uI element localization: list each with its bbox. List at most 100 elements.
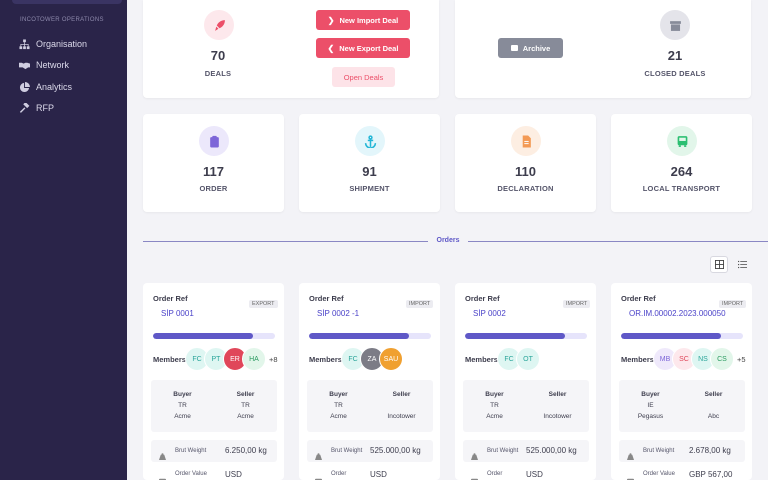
sidebar-item-analytics[interactable]: Analytics <box>18 80 72 94</box>
sidebar: INCOTOWER OPERATIONS Organisation Networ… <box>0 0 127 480</box>
members-more-count[interactable]: +8 <box>269 355 278 364</box>
order-type-badge: IMPORT <box>719 300 747 308</box>
order-card[interactable]: Order Ref IMPORT SİP 0002 -1 Members FC ZA SAU… <box>299 283 440 480</box>
archive-icon <box>510 45 518 51</box>
list-view-button[interactable] <box>733 256 751 273</box>
order-ref-label: Order Ref <box>621 294 656 303</box>
declaration-stat-card[interactable]: 110 DECLARATION <box>455 114 596 212</box>
sidebar-section-title: INCOTOWER OPERATIONS <box>20 17 104 23</box>
member-avatar[interactable]: OT <box>516 347 540 371</box>
order-value-row: Order USD <box>463 468 589 480</box>
open-deals-button[interactable]: Open Deals <box>332 67 395 87</box>
sidebar-item-organisation[interactable]: Organisation <box>18 37 87 51</box>
seller: Seller TR Acme <box>214 389 277 422</box>
shipment-stat-card[interactable]: 91 SHIPMENT <box>299 114 440 212</box>
orders-divider: Orders <box>143 237 768 244</box>
sidebar-item-label: Organisation <box>36 39 88 49</box>
deals-label: DEALS <box>204 69 232 78</box>
money-icon <box>471 471 478 480</box>
order-progress-bar <box>309 333 431 339</box>
buyer: Buyer TR Acme <box>307 389 370 422</box>
buyer-seller-box: Buyer IE Pegasus Seller Abc <box>619 380 745 432</box>
archive-box-icon <box>660 10 690 40</box>
order-ref-label: Order Ref <box>153 294 188 303</box>
member-avatar[interactable]: SAU <box>379 347 403 371</box>
deals-card: 70 DEALS ❯ New Import Deal ❮ New Export … <box>143 0 439 98</box>
buyer-seller-box: Buyer TR Acme Seller Incotower <box>463 380 589 432</box>
sidebar-top-strip <box>12 0 122 4</box>
shipment-count: 91 <box>362 164 377 179</box>
order-type-badge: IMPORT <box>563 300 591 308</box>
member-avatar[interactable]: CS <box>710 347 734 371</box>
sidebar-item-label: Analytics <box>36 82 73 92</box>
members-label: Members <box>465 355 498 364</box>
order-progress-bar <box>153 333 275 339</box>
weight-icon <box>471 447 478 460</box>
order-card[interactable]: Order Ref EXPORT SİP 0001 Members FC PT ER HA +8… <box>143 283 284 480</box>
buyer-name: Acme <box>330 413 347 420</box>
member-avatar[interactable]: HA <box>242 347 266 371</box>
order-card[interactable]: Order Ref IMPORT SİP 0002 Members FC OT Buyer T… <box>455 283 596 480</box>
seller-name: Incotower <box>387 413 416 420</box>
grid-view-button[interactable] <box>710 256 728 273</box>
order-progress-fill <box>309 333 410 339</box>
order-stat-card[interactable]: 117 ORDER <box>143 114 284 212</box>
buyer-country: TR <box>334 402 343 409</box>
members-more-count[interactable]: +5 <box>737 355 746 364</box>
new-export-deal-button[interactable]: ❮ New Export Deal <box>316 38 410 58</box>
order-ref-link[interactable]: SİP 0002 <box>473 309 506 318</box>
members-label: Members <box>309 355 342 364</box>
seller-country <box>370 400 433 411</box>
order-value-row: Order Value USD 55.672,00 <box>151 468 277 480</box>
weight-icon <box>627 447 634 460</box>
buyer-name: Pegasus <box>637 413 664 420</box>
declaration-count: 110 <box>515 164 536 179</box>
order-value-amount: USD <box>370 470 387 479</box>
rocket-icon <box>204 10 234 40</box>
closed-deals-card: Archive 21 CLOSED DEALS <box>455 0 751 98</box>
brut-weight-label: Brut Weight <box>331 448 363 454</box>
buyer-country: IE <box>647 402 654 409</box>
buyer: Buyer TR Acme <box>463 389 526 422</box>
buyer-country: TR <box>178 402 187 409</box>
declaration-label: DECLARATION <box>497 184 554 193</box>
buyer-seller-box: Buyer TR Acme Seller Incotower <box>307 380 433 432</box>
brut-weight-row: Brut Weight 2.678,00 kg <box>619 440 745 462</box>
order-value-amount: GBP 567,00 <box>689 470 733 479</box>
seller-label: Seller <box>392 391 411 398</box>
bus-icon <box>667 126 697 156</box>
archive-button[interactable]: Archive <box>498 38 563 58</box>
brut-weight-value: 2.678,00 kg <box>689 446 731 455</box>
money-icon <box>159 471 166 480</box>
handshake-icon <box>18 59 30 71</box>
order-ref-link[interactable]: SİP 0001 <box>161 309 194 318</box>
order-ref-link[interactable]: SİP 0002 -1 <box>317 309 359 318</box>
brut-weight-label: Brut Weight <box>175 448 207 454</box>
order-progress-bar <box>465 333 587 339</box>
file-icon <box>511 126 541 156</box>
sitemap-icon <box>18 38 30 50</box>
order-progress-fill <box>465 333 566 339</box>
seller: Seller Abc <box>682 389 745 422</box>
brut-weight-label: Brut Weight <box>487 448 519 454</box>
local-transport-stat-card[interactable]: 264 LOCAL TRANSPORT <box>611 114 752 212</box>
seller: Seller Incotower <box>526 389 589 422</box>
order-ref-link[interactable]: OR.IM.00002.2023.000050 <box>629 309 726 318</box>
order-label: ORDER <box>199 184 228 193</box>
sidebar-item-network[interactable]: Network <box>18 58 69 72</box>
local-transport-count: 264 <box>670 164 693 179</box>
buyer-label: Buyer <box>485 391 504 398</box>
order-card[interactable]: Order Ref IMPORT OR.IM.00002.2023.000050 Me… <box>611 283 752 480</box>
order-value-row: Order USD <box>307 468 433 480</box>
buyer: Buyer IE Pegasus <box>619 389 682 422</box>
order-value-amount: USD <box>526 470 543 479</box>
order-type-badge: EXPORT <box>249 300 278 308</box>
sidebar-item-rfp[interactable]: RFP <box>18 101 54 115</box>
weight-icon <box>159 447 166 460</box>
order-count: 117 <box>203 164 224 179</box>
seller-label: Seller <box>704 391 723 398</box>
new-import-deal-button[interactable]: ❯ New Import Deal <box>316 10 410 30</box>
deals-count: 70 <box>210 48 226 63</box>
seller-country <box>682 400 745 411</box>
brut-weight-row: Brut Weight 6.250,00 kg <box>151 440 277 462</box>
